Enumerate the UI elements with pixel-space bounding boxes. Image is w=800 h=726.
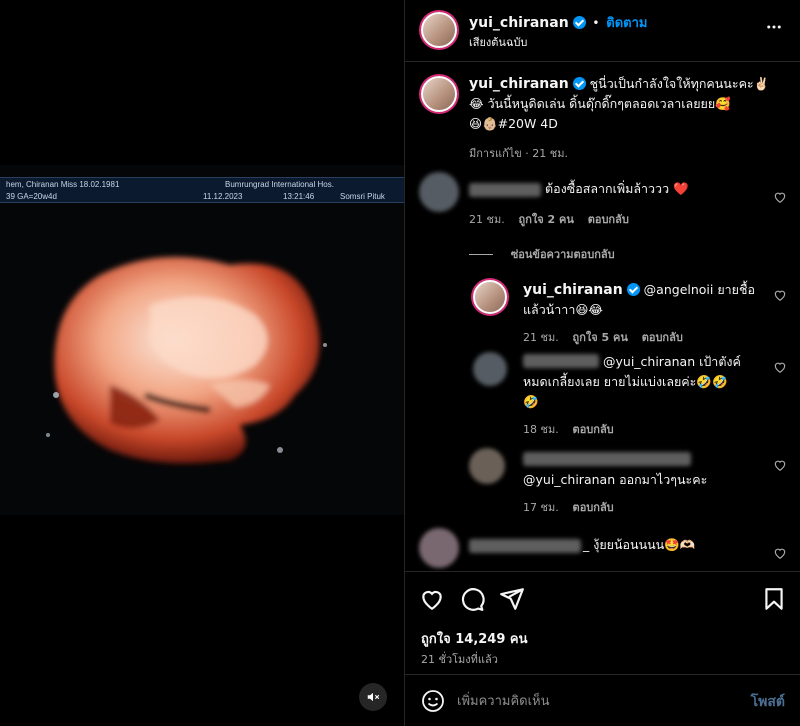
comment-username[interactable]: [469, 183, 541, 197]
speaker-muted-icon: [367, 692, 380, 702]
reply-button[interactable]: ตอบกลับ: [642, 331, 683, 344]
caption-meta: มีการแก้ไข · 21 ชม.: [469, 147, 568, 160]
divider-line: [469, 254, 493, 255]
reply-text-line2: แล้วน้าาา😆😂: [523, 302, 603, 317]
more-horizontal-icon: [767, 25, 781, 29]
post-header: yui_chiranan • ติดตาม เสียงต้นฉบับ: [405, 0, 800, 62]
more-options-button[interactable]: [765, 18, 783, 39]
heart-icon[interactable]: [773, 288, 787, 302]
caption-text-line2: 😂 วันนี้หนูดิดเล่น ดิ้นดุ๊กดิ๊กๆตลอดเวลา…: [469, 96, 731, 111]
reply-username[interactable]: [523, 452, 691, 466]
verified-badge-icon: [572, 16, 586, 29]
reply-item: @yui_chiranan ออกมาไวๆนะคะ 17 ชม. ตอบกลั…: [469, 442, 800, 520]
post-panel: yui_chiranan • ติดตาม เสียงต้นฉบับ yui_c…: [404, 0, 800, 726]
comment-likes[interactable]: ถูกใจ 2 คน: [519, 213, 574, 226]
ultrasound-patient: hem, Chiranan Miss 18.02.1981: [6, 180, 120, 189]
avatar[interactable]: [473, 280, 507, 314]
caption-username[interactable]: yui_chiranan: [469, 76, 569, 92]
verified-badge-icon: [572, 77, 586, 90]
avatar[interactable]: [419, 172, 459, 212]
comment-text: _ งุ้ยยน้อนนนน🤩🫶🏻: [583, 537, 696, 552]
reply-button[interactable]: ตอบกลับ: [573, 501, 614, 514]
avatar[interactable]: [469, 448, 505, 484]
avatar[interactable]: [473, 352, 507, 386]
author-username[interactable]: yui_chiranan: [469, 15, 569, 31]
separator-dot: •: [592, 16, 600, 30]
avatar[interactable]: [421, 76, 457, 112]
verified-badge-icon: [626, 283, 640, 296]
reply-text-line2: หมดเกลี้ยงเลย ยายไม่แบ่งเลยค่ะ🤣🤣: [523, 374, 728, 389]
post-media[interactable]: hem, Chiranan Miss 18.02.1981 Bumrungrad…: [0, 0, 404, 726]
fetus-render: [46, 257, 327, 464]
comment-item: ต้องซื้อสลากเพิ่มล้าววว ❤️ 21 ชม. ถูกใจ …: [405, 168, 800, 228]
likes-count[interactable]: ถูกใจ 14,249 คน: [421, 628, 528, 649]
ultrasound-hospital: Bumrungrad International Hos.: [225, 180, 334, 189]
heart-icon[interactable]: [773, 190, 787, 204]
emoji-icon[interactable]: [421, 689, 445, 713]
reply-text: @yui_chiranan ออกมาไวๆนะคะ: [523, 472, 708, 487]
heart-icon[interactable]: [773, 458, 787, 472]
post-actions: ถูกใจ 14,249 คน 21 ชั่วโมงที่แล้ว: [405, 572, 800, 672]
comment-box: โพสต์: [405, 674, 800, 726]
reply-text-line3: 🤣: [523, 394, 539, 409]
reply-item: @yui_chiranan เป้าตังค์ หมดเกลี้ยงเลย ยา…: [469, 346, 800, 442]
reply-time: 18 ชม.: [523, 423, 559, 436]
comment-text: ต้องซื้อสลากเพิ่มล้าววว ❤️: [545, 181, 689, 196]
heart-icon[interactable]: [773, 546, 787, 560]
ultrasound-time: 13:21:46: [283, 192, 315, 201]
reply-time: 21 ชม.: [523, 331, 559, 344]
comments-section[interactable]: yui_chiranan ชูนี่วเป็นกำลังใจให้ทุกคนนะ…: [405, 62, 800, 572]
follow-button[interactable]: ติดตาม: [606, 16, 647, 31]
comment-input[interactable]: [457, 689, 727, 713]
caption-text-line3: 😆👶🏼#20W 4D: [469, 116, 558, 131]
bookmark-icon[interactable]: [761, 586, 787, 612]
ultrasound-date: 11.12.2023: [203, 192, 243, 201]
ultrasound-operator: Somsri Pituk: [340, 192, 385, 201]
ultrasound-ga: 39 GA=20w4d: [6, 192, 57, 201]
post-timestamp[interactable]: 21 ชั่วโมงที่แล้ว: [421, 650, 498, 668]
heart-icon[interactable]: [773, 360, 787, 374]
share-icon[interactable]: [499, 586, 525, 612]
reply-text-line1: @angelnoii ยายชื้อ: [643, 282, 755, 297]
caption-text-line1: ชูนี่วเป็นกำลังใจให้ทุกคนนะคะ✌🏻: [589, 76, 770, 91]
ultrasound-image: hem, Chiranan Miss 18.02.1981 Bumrungrad…: [0, 165, 404, 515]
reply-item: yui_chiranan @angelnoii ยายชื้อ แล้วน้าา…: [469, 276, 800, 346]
heart-icon[interactable]: [419, 586, 445, 612]
comment-time: 21 ชม.: [469, 213, 505, 226]
reply-button[interactable]: ตอบกลับ: [573, 423, 614, 436]
caption: yui_chiranan ชูนี่วเป็นกำลังใจให้ทุกคนนะ…: [405, 62, 800, 170]
avatar[interactable]: [421, 12, 457, 48]
ultrasound-info-bar: hem, Chiranan Miss 18.02.1981 Bumrungrad…: [0, 177, 404, 203]
reply-username[interactable]: yui_chiranan: [523, 282, 623, 298]
avatar[interactable]: [419, 528, 459, 568]
reply-time: 17 ชม.: [523, 501, 559, 514]
reply-text-line1: @yui_chiranan เป้าตังค์: [603, 354, 741, 369]
audio-label[interactable]: เสียงต้นฉบับ: [469, 33, 527, 51]
mute-button[interactable]: [359, 683, 387, 711]
hide-replies-label: ซ่อนข้อความตอบกลับ: [510, 248, 615, 261]
post-comment-button[interactable]: โพสต์: [751, 691, 785, 713]
reply-likes[interactable]: ถูกใจ 5 คน: [573, 331, 628, 344]
comment-icon[interactable]: [459, 586, 485, 612]
reply-button[interactable]: ตอบกลับ: [588, 213, 629, 226]
comment-item: _ งุ้ยยน้อนนนน🤩🫶🏻: [405, 524, 800, 571]
comment-username[interactable]: [469, 539, 581, 553]
hide-replies-button[interactable]: ซ่อนข้อความตอบกลับ: [469, 245, 615, 263]
